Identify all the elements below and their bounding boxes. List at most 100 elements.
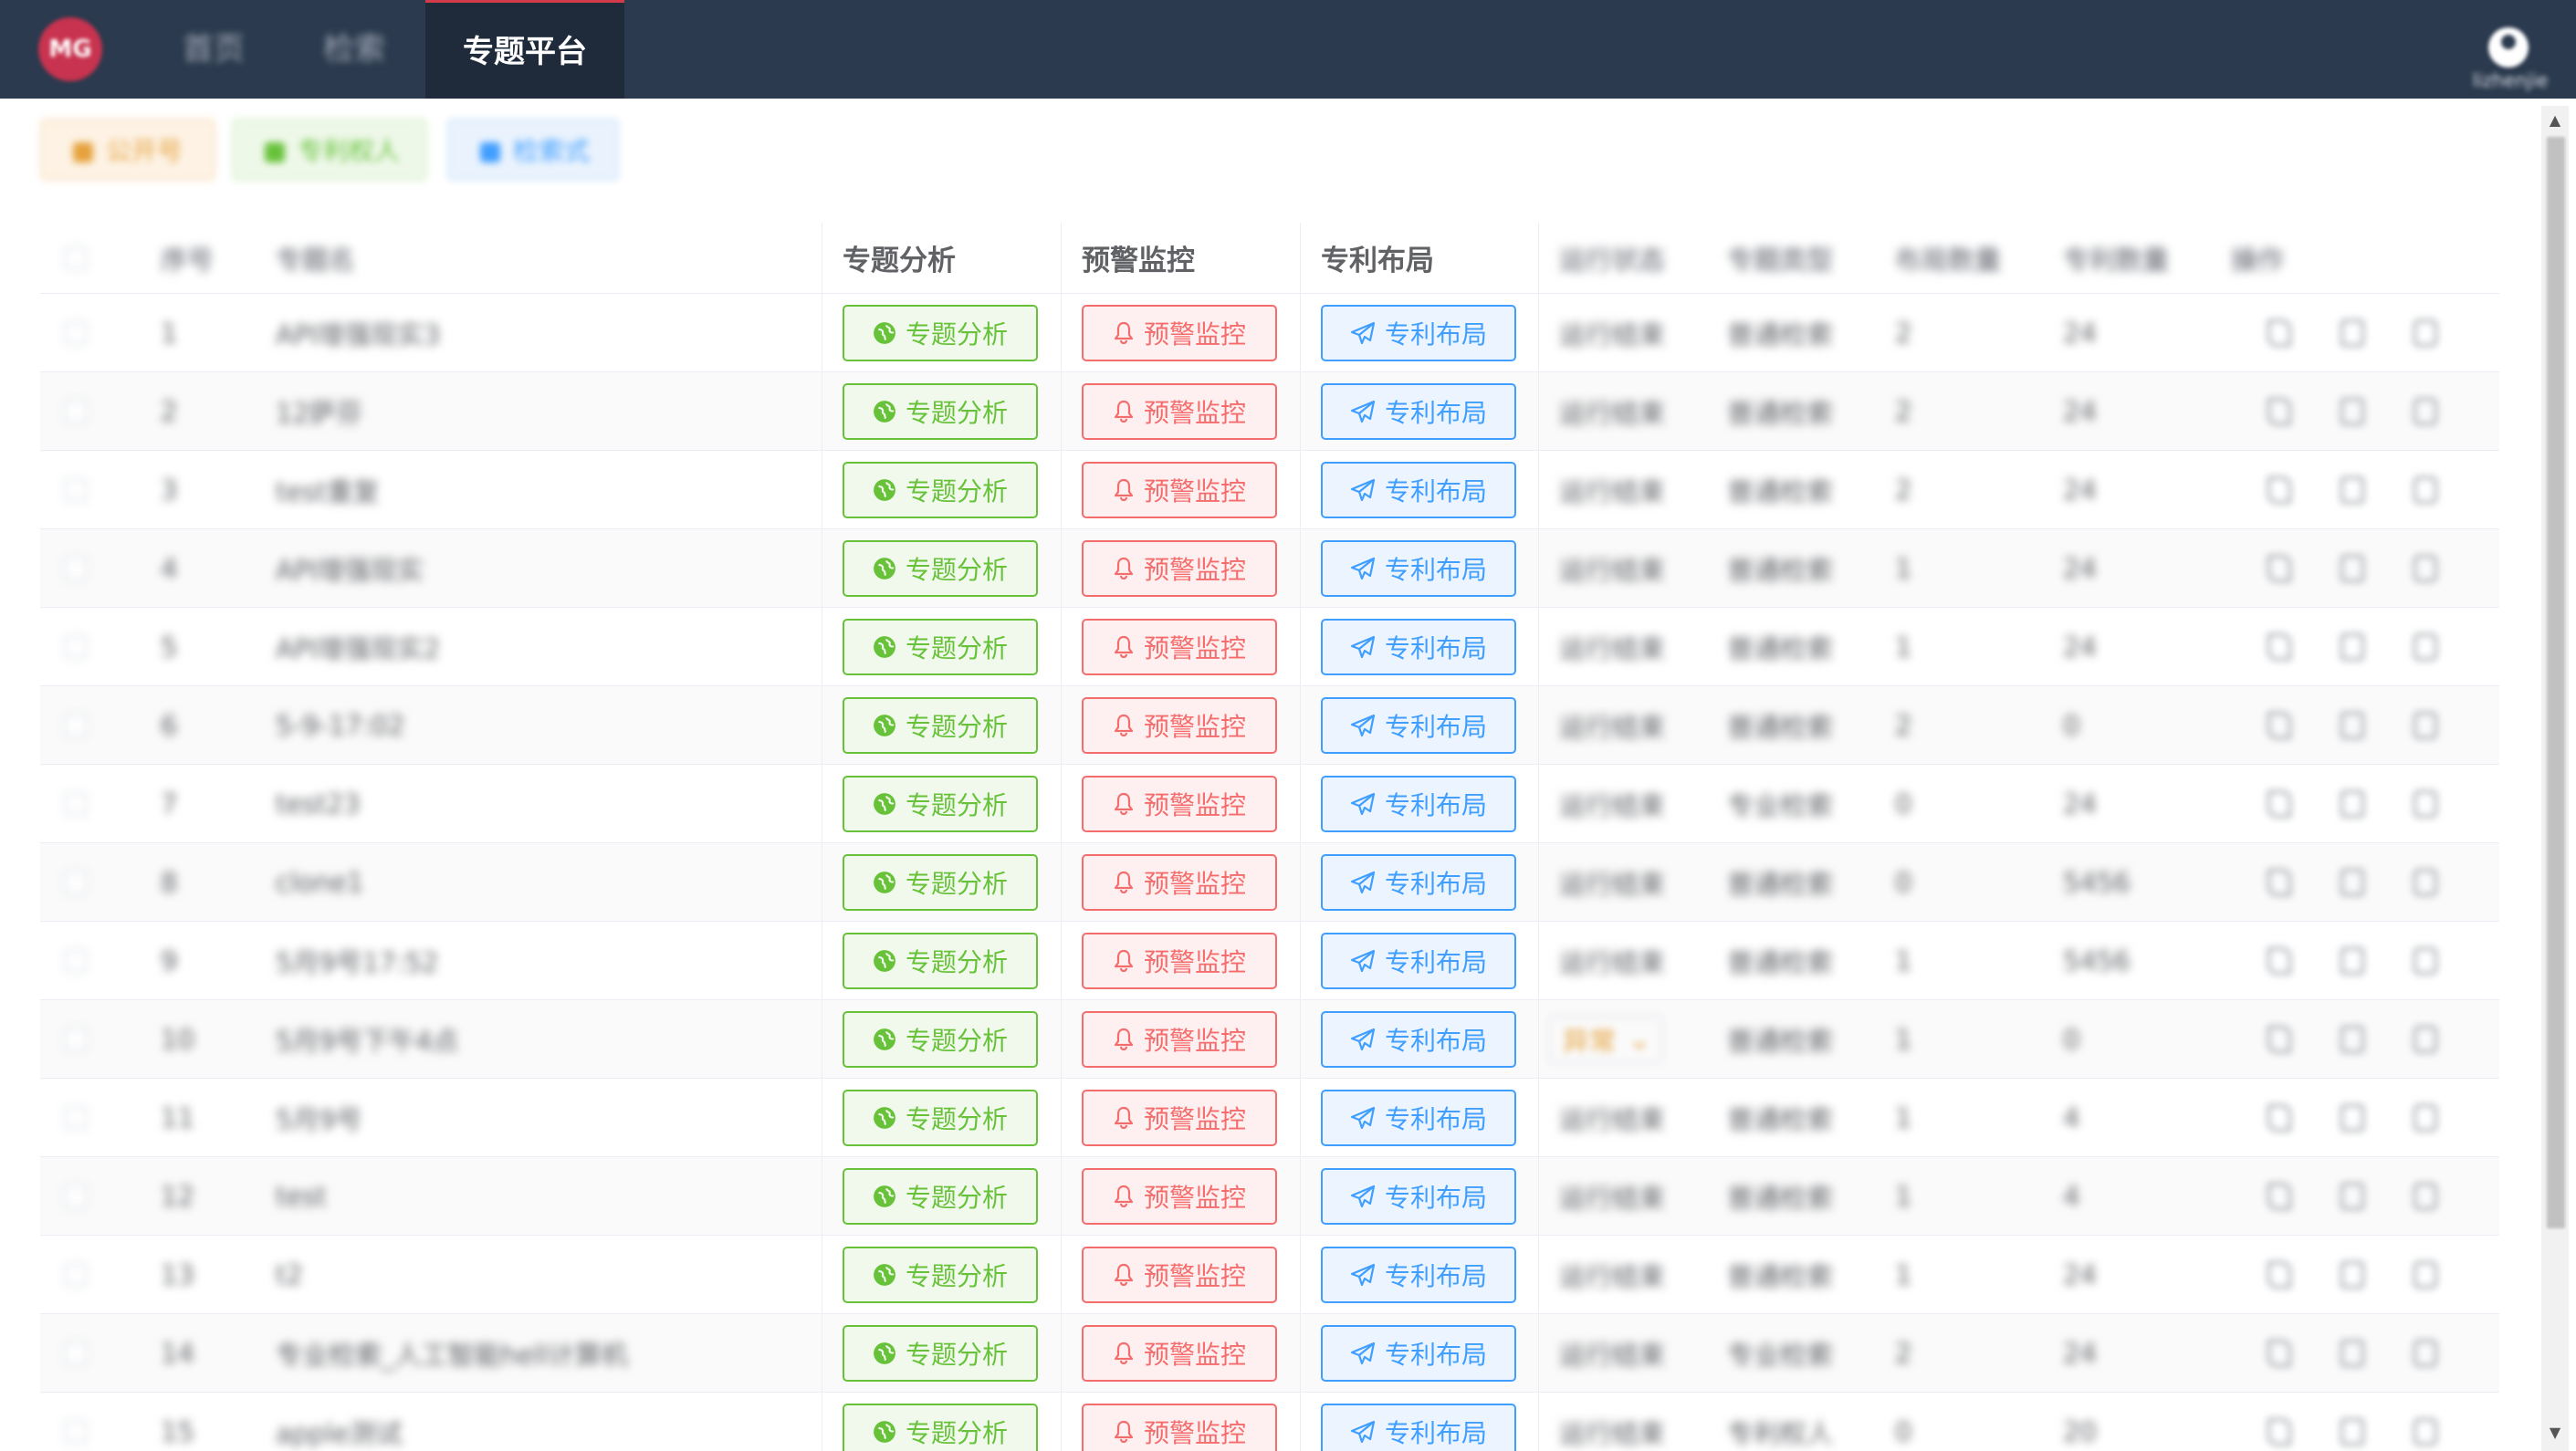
delete-icon[interactable] xyxy=(2340,318,2364,347)
topic-analysis-button[interactable]: 专题分析 xyxy=(843,1089,1038,1146)
row-select-cell[interactable] xyxy=(40,1314,141,1392)
patent-layout-button[interactable]: 专利布局 xyxy=(1321,932,1516,989)
nav-item-search[interactable]: 检索 xyxy=(323,0,385,99)
table-row[interactable]: 3 test重复 专题分析 预警监控 专利布局 运行结束 普通检索 2 24 xyxy=(40,451,2499,529)
warning-monitor-button[interactable]: 预警监控 xyxy=(1082,618,1277,675)
copy-icon[interactable] xyxy=(2414,1417,2437,1446)
row-topic-name[interactable]: apple测试 xyxy=(256,1393,822,1451)
row-select-cell[interactable] xyxy=(40,529,141,607)
topic-analysis-button[interactable]: 专题分析 xyxy=(843,1167,1038,1225)
table-row[interactable]: 2 12萨芬 专题分析 预警监控 专利布局 运行结束 普通检索 2 24 xyxy=(40,372,2499,451)
row-select-cell[interactable] xyxy=(40,1236,141,1313)
topic-analysis-button[interactable]: 专题分析 xyxy=(843,696,1038,754)
row-checkbox[interactable] xyxy=(64,556,88,580)
row-select-cell[interactable] xyxy=(40,1000,141,1078)
filter-chip-search-expression[interactable]: 检索式 xyxy=(447,119,619,181)
table-row[interactable]: 15 apple测试 专题分析 预警监控 专利布局 运行结束 专利权人 0 20 xyxy=(40,1393,2499,1451)
edit-icon[interactable] xyxy=(2267,711,2291,739)
patent-layout-button[interactable]: 专利布局 xyxy=(1321,1324,1516,1382)
warning-monitor-button[interactable]: 预警监控 xyxy=(1082,539,1277,597)
row-checkbox[interactable] xyxy=(64,948,88,973)
table-row[interactable]: 8 clone1 专题分析 预警监控 专利布局 运行结束 普通检索 0 5456 xyxy=(40,843,2499,922)
warning-monitor-button[interactable]: 预警监控 xyxy=(1082,1403,1277,1451)
row-checkbox[interactable] xyxy=(64,1341,88,1365)
patent-layout-button[interactable]: 专利布局 xyxy=(1321,618,1516,675)
edit-icon[interactable] xyxy=(2267,475,2291,504)
topic-analysis-button[interactable]: 专题分析 xyxy=(843,461,1038,518)
row-checkbox[interactable] xyxy=(64,713,88,737)
copy-icon[interactable] xyxy=(2414,475,2437,504)
delete-icon[interactable] xyxy=(2340,632,2364,661)
scroll-down-arrow-icon[interactable]: ▼ xyxy=(2545,1424,2565,1442)
row-checkbox[interactable] xyxy=(64,1105,88,1130)
warning-monitor-button[interactable]: 预警监控 xyxy=(1082,932,1277,989)
edit-icon[interactable] xyxy=(2267,1417,2291,1446)
delete-icon[interactable] xyxy=(2340,1182,2364,1210)
row-checkbox[interactable] xyxy=(64,1027,88,1051)
row-topic-name[interactable]: 5月9号 xyxy=(256,1079,822,1156)
header-select-all-cell[interactable] xyxy=(40,223,141,293)
table-row[interactable]: 7 test23 专题分析 预警监控 专利布局 运行结束 专业检索 0 24 xyxy=(40,765,2499,843)
row-checkbox[interactable] xyxy=(64,477,88,502)
table-row[interactable]: 1 API增强现实3 专题分析 预警监控 专利布局 运行结束 普通检索 2 24 xyxy=(40,294,2499,372)
row-select-cell[interactable] xyxy=(40,294,141,371)
table-row[interactable]: 14 专业检索_人工智能hell计算机 专题分析 预警监控 专利布局 运行结束 专业检索 2 2… xyxy=(40,1314,2499,1393)
user-name[interactable]: lizhenjie xyxy=(2463,69,2558,91)
row-select-cell[interactable] xyxy=(40,372,141,450)
copy-icon[interactable] xyxy=(2414,711,2437,739)
patent-layout-button[interactable]: 专利布局 xyxy=(1321,539,1516,597)
delete-icon[interactable] xyxy=(2340,397,2364,425)
row-checkbox[interactable] xyxy=(64,1262,88,1287)
topic-analysis-button[interactable]: 专题分析 xyxy=(843,382,1038,440)
topic-analysis-button[interactable]: 专题分析 xyxy=(843,618,1038,675)
edit-icon[interactable] xyxy=(2267,554,2291,582)
edit-icon[interactable] xyxy=(2267,1339,2291,1367)
table-row[interactable]: 13 t2 专题分析 预警监控 专利布局 运行结束 普通检索 1 24 xyxy=(40,1236,2499,1314)
edit-icon[interactable] xyxy=(2267,397,2291,425)
delete-icon[interactable] xyxy=(2340,789,2364,818)
edit-icon[interactable] xyxy=(2267,1182,2291,1210)
topic-analysis-button[interactable]: 专题分析 xyxy=(843,1246,1038,1303)
warning-monitor-button[interactable]: 预警监控 xyxy=(1082,853,1277,911)
warning-monitor-button[interactable]: 预警监控 xyxy=(1082,382,1277,440)
delete-icon[interactable] xyxy=(2340,1103,2364,1132)
row-checkbox[interactable] xyxy=(64,1184,88,1208)
table-row[interactable]: 10 5月9号下午4点 专题分析 预警监控 专利布局 异常 ⌄ 普通检索 1 0 xyxy=(40,1000,2499,1079)
warning-monitor-button[interactable]: 预警监控 xyxy=(1082,461,1277,518)
row-checkbox[interactable] xyxy=(64,870,88,894)
delete-icon[interactable] xyxy=(2340,1417,2364,1446)
delete-icon[interactable] xyxy=(2340,1260,2364,1289)
copy-icon[interactable] xyxy=(2414,1260,2437,1289)
row-topic-name[interactable]: test xyxy=(256,1157,822,1235)
patent-layout-button[interactable]: 专利布局 xyxy=(1321,1403,1516,1451)
filter-chip-publication-number[interactable]: 公开号 xyxy=(40,119,215,181)
row-select-cell[interactable] xyxy=(40,765,141,842)
topic-analysis-button[interactable]: 专题分析 xyxy=(843,539,1038,597)
row-select-cell[interactable] xyxy=(40,608,141,685)
delete-icon[interactable] xyxy=(2340,1025,2364,1053)
topic-analysis-button[interactable]: 专题分析 xyxy=(843,1403,1038,1451)
row-topic-name[interactable]: test23 xyxy=(256,765,822,842)
warning-monitor-button[interactable]: 预警监控 xyxy=(1082,775,1277,832)
copy-icon[interactable] xyxy=(2414,397,2437,425)
row-select-cell[interactable] xyxy=(40,1079,141,1156)
patent-layout-button[interactable]: 专利布局 xyxy=(1321,1246,1516,1303)
row-topic-name[interactable]: 5-9-17:02 xyxy=(256,686,822,764)
row-topic-name[interactable]: API增强现实 xyxy=(256,529,822,607)
topic-analysis-button[interactable]: 专题分析 xyxy=(843,932,1038,989)
row-select-cell[interactable] xyxy=(40,1393,141,1451)
row-topic-name[interactable]: API增强现实2 xyxy=(256,608,822,685)
edit-icon[interactable] xyxy=(2267,1260,2291,1289)
row-topic-name[interactable]: t2 xyxy=(256,1236,822,1313)
delete-icon[interactable] xyxy=(2340,475,2364,504)
edit-icon[interactable] xyxy=(2267,946,2291,975)
patent-layout-button[interactable]: 专利布局 xyxy=(1321,696,1516,754)
topic-analysis-button[interactable]: 专题分析 xyxy=(843,1324,1038,1382)
delete-icon[interactable] xyxy=(2340,868,2364,896)
table-row[interactable]: 9 5月9号17:52 专题分析 预警监控 专利布局 运行结束 普通检索 1 5456 xyxy=(40,922,2499,1000)
delete-icon[interactable] xyxy=(2340,554,2364,582)
copy-icon[interactable] xyxy=(2414,1025,2437,1053)
copy-icon[interactable] xyxy=(2414,789,2437,818)
edit-icon[interactable] xyxy=(2267,1103,2291,1132)
table-row[interactable]: 11 5月9号 专题分析 预警监控 专利布局 运行结束 普通检索 1 4 xyxy=(40,1079,2499,1157)
